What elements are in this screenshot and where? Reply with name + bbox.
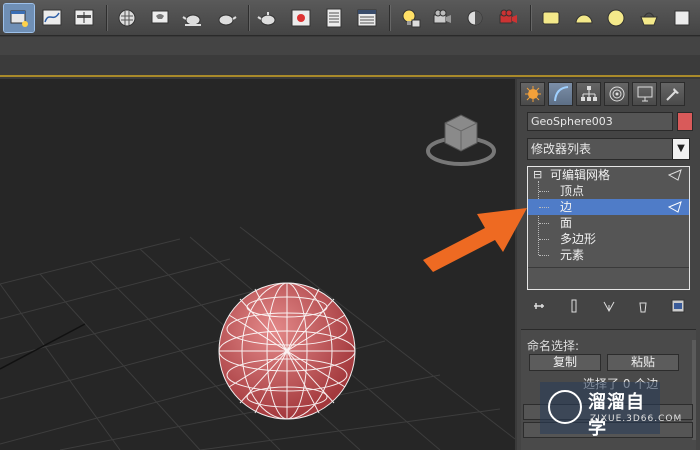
watermark-logo-icon: [548, 390, 582, 424]
secondary-bar: [0, 37, 700, 55]
more-icon[interactable]: [667, 4, 697, 32]
pin-triangle-icon: [668, 201, 682, 213]
curve-editor-icon[interactable]: [37, 4, 67, 32]
stack-item-polygon[interactable]: 多边形: [528, 231, 689, 247]
pin-triangle-icon: [668, 169, 682, 181]
material-editor-icon[interactable]: [112, 4, 142, 32]
object-color-swatch[interactable]: [677, 112, 693, 131]
make-unique-icon[interactable]: [599, 297, 619, 315]
display-tab[interactable]: [632, 82, 657, 106]
stack-item-vertex[interactable]: 顶点: [528, 183, 689, 199]
toolbar-separator: [529, 4, 532, 31]
command-panel-tabs: [520, 82, 688, 106]
light-bulb-icon[interactable]: [395, 4, 425, 32]
show-end-result-icon[interactable]: [564, 297, 584, 315]
remove-modifier-icon[interactable]: [633, 297, 653, 315]
teapot-icon[interactable]: [178, 4, 208, 32]
pin-stack-icon[interactable]: [529, 297, 549, 315]
toolbar-separator: [106, 4, 109, 31]
copy-button[interactable]: 复制: [529, 354, 601, 371]
modifier-list-label: 修改器列表: [531, 142, 592, 156]
configure-modifier-sets-icon[interactable]: [668, 297, 688, 315]
hemisphere-icon[interactable]: [569, 4, 599, 32]
render-setup-icon[interactable]: [145, 4, 175, 32]
watermark: 溜溜自学 ZIXUE.3D66.COM: [540, 382, 681, 439]
geosphere-object[interactable]: [218, 282, 356, 420]
render-icon[interactable]: [493, 4, 523, 32]
basket-icon[interactable]: [634, 4, 664, 32]
annotation-arrow: [423, 208, 527, 272]
toolbar-separator: [388, 4, 391, 31]
rectangle-icon[interactable]: [536, 4, 566, 32]
create-tab[interactable]: [520, 82, 545, 106]
stack-item-edge[interactable]: 边: [528, 199, 689, 215]
stack-divider: [528, 267, 689, 268]
stack-item-face[interactable]: 面: [528, 215, 689, 231]
stack-item-label: 元素: [560, 248, 585, 262]
modify-tab[interactable]: [548, 82, 573, 106]
listing-icon[interactable]: [352, 4, 382, 32]
rollout-title: 命名选择:: [527, 339, 580, 353]
teapot-icon[interactable]: [254, 4, 284, 32]
camera-icon[interactable]: [428, 4, 458, 32]
modifier-stack: ⊟ 可编辑网格 顶点 边 面 多边形 元素: [527, 166, 690, 290]
view-cube[interactable]: [426, 114, 496, 166]
stack-item-label: 多边形: [560, 232, 597, 246]
teapot-icon[interactable]: [211, 4, 241, 32]
object-name-field[interactable]: GeoSphere003: [527, 112, 673, 131]
watermark-url: ZIXUE.3D66.COM: [590, 414, 683, 424]
hierarchy-tab[interactable]: [576, 82, 601, 106]
stack-item-label: 顶点: [560, 184, 585, 198]
render-frame-icon[interactable]: [286, 4, 316, 32]
stack-tools: [527, 295, 690, 317]
stack-root-editable-mesh[interactable]: ⊟ 可编辑网格: [528, 167, 689, 183]
render-icon[interactable]: [460, 4, 490, 32]
grid-axis: [0, 323, 86, 370]
modifier-list-dropdown[interactable]: 修改器列表 ▼: [527, 138, 690, 160]
utilities-tab[interactable]: [660, 82, 685, 106]
stack-root-label: 可编辑网格: [550, 168, 611, 182]
dope-sheet-icon[interactable]: [70, 4, 100, 32]
stack-item-label: 面: [560, 216, 573, 230]
paste-button[interactable]: 粘贴: [607, 354, 679, 371]
main-toolbar: [0, 0, 700, 36]
file-icon[interactable]: [3, 2, 35, 33]
motion-tab[interactable]: [604, 82, 629, 106]
viewport-tabstrip: [0, 55, 700, 77]
sphere-icon[interactable]: [602, 4, 632, 32]
stack-item-label: 边: [560, 200, 573, 214]
listing-icon[interactable]: [319, 4, 349, 32]
chevron-down-icon[interactable]: ▼: [672, 139, 689, 159]
toolbar-separator: [247, 4, 250, 31]
stack-item-element[interactable]: 元素: [528, 247, 689, 263]
